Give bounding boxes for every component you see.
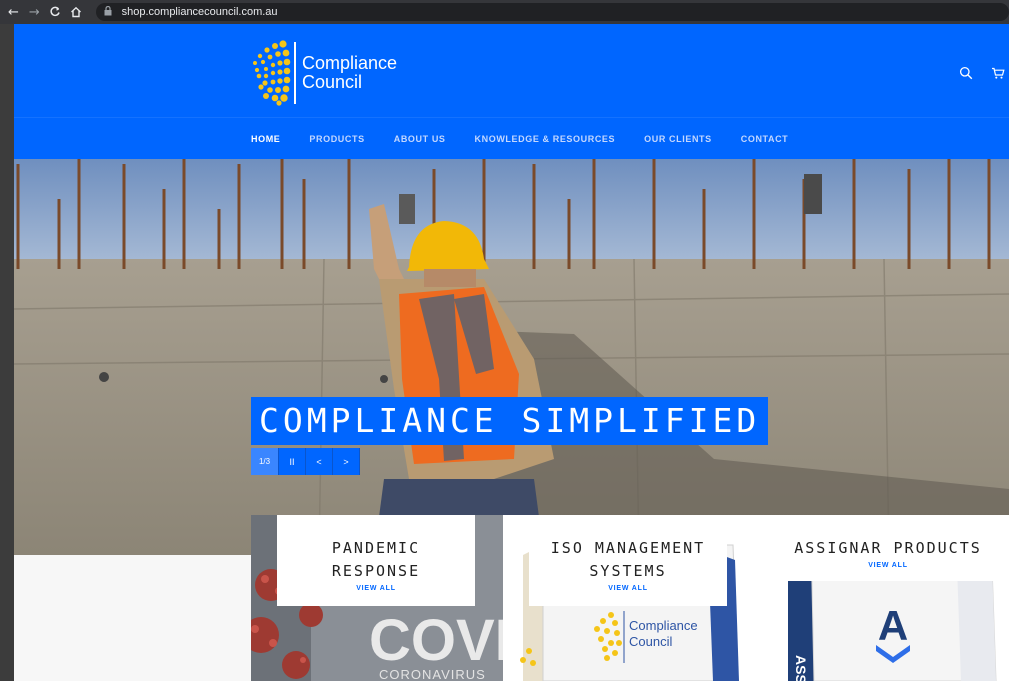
collection-card-assignar[interactable]: A ASS ASSIGNAR PRODUCTS VIEW ALL — [756, 515, 1009, 681]
collection-title-line2: RESPONSE — [331, 562, 421, 580]
collection-title-line1: ISO MANAGEMENT — [550, 539, 706, 557]
nav-home[interactable]: HOME — [251, 134, 280, 144]
main-nav: HOME PRODUCTS ABOUT US KNOWLEDGE & RESOU… — [14, 117, 1009, 159]
collection-title-line2: SYSTEMS — [589, 562, 667, 580]
coronavirus-image-text: CORONAVIRUS — [379, 667, 486, 681]
hero-image — [14, 159, 1009, 555]
reload-icon[interactable] — [48, 4, 63, 20]
next-slide-button[interactable]: > — [333, 448, 360, 475]
assignar-logo-text: A — [878, 602, 908, 649]
page-background — [14, 555, 251, 681]
pause-button[interactable]: II — [279, 448, 306, 475]
collections-grid: COVI CORONAVIRUS PANDEMIC RESPONSE VIEW … — [251, 515, 1009, 681]
home-icon[interactable] — [69, 4, 84, 20]
nav-knowledge-resources[interactable]: KNOWLEDGE & RESOURCES — [475, 134, 616, 144]
url-text: shop.compliancecouncil.com.au — [121, 6, 278, 18]
view-all-link[interactable]: VIEW ALL — [277, 585, 475, 592]
header-icons — [955, 64, 1009, 82]
hero-slideshow: COMPLIANCE SIMPLIFIED 1/3 II < > — [14, 159, 1009, 555]
collection-title-line1: PANDEMIC — [331, 539, 421, 557]
view-all-link[interactable]: VIEW ALL — [776, 562, 1000, 569]
address-bar[interactable]: shop.compliancecouncil.com.au — [95, 3, 1009, 21]
assignar-side-text: ASS — [793, 655, 809, 681]
collection-label: ASSIGNAR PRODUCTS VIEW ALL — [776, 515, 1000, 581]
collection-card-pandemic[interactable]: COVI CORONAVIRUS PANDEMIC RESPONSE VIEW … — [251, 515, 503, 681]
nav-contact[interactable]: CONTACT — [741, 134, 789, 144]
collection-label: PANDEMIC RESPONSE VIEW ALL — [277, 515, 475, 606]
iso-image-text1: Compliance — [629, 618, 698, 633]
slideshow-controls: 1/3 II < > — [251, 448, 360, 475]
nav-about-us[interactable]: ABOUT US — [394, 134, 446, 144]
lock-icon — [104, 5, 114, 18]
logo-dots-icon — [250, 40, 292, 106]
logo-line2: Council — [302, 72, 363, 92]
nav-our-clients[interactable]: OUR CLIENTS — [644, 134, 712, 144]
cart-icon[interactable] — [987, 64, 1009, 82]
covid-image-text: COVI — [369, 608, 503, 673]
logo-text: Compliance Council — [302, 54, 397, 92]
browser-toolbar: ← → shop.compliancecouncil.com.au — [0, 0, 1009, 24]
iso-image-text2: Council — [629, 634, 672, 649]
forward-icon[interactable]: → — [27, 4, 42, 20]
search-icon[interactable] — [955, 64, 977, 82]
window-gutter — [0, 24, 14, 681]
logo-divider — [294, 42, 296, 104]
logo[interactable]: Compliance Council — [250, 40, 397, 106]
hero-title: COMPLIANCE SIMPLIFIED — [251, 397, 769, 445]
page: Compliance Council HOME PRODUCTS ABOUT U… — [14, 24, 1009, 681]
back-icon[interactable]: ← — [6, 4, 21, 20]
view-all-link[interactable]: VIEW ALL — [529, 585, 727, 592]
collection-title-line1: ASSIGNAR PRODUCTS — [794, 539, 982, 557]
nav-products[interactable]: PRODUCTS — [309, 134, 364, 144]
site-header: Compliance Council — [14, 24, 1009, 117]
prev-slide-button[interactable]: < — [306, 448, 333, 475]
slide-counter: 1/3 — [251, 448, 279, 475]
logo-line1: Compliance — [302, 53, 398, 73]
collection-card-iso[interactable]: Compliance Council ISO MANAGEMENT SYSTEM… — [503, 515, 756, 681]
collection-label: ISO MANAGEMENT SYSTEMS VIEW ALL — [529, 515, 727, 606]
